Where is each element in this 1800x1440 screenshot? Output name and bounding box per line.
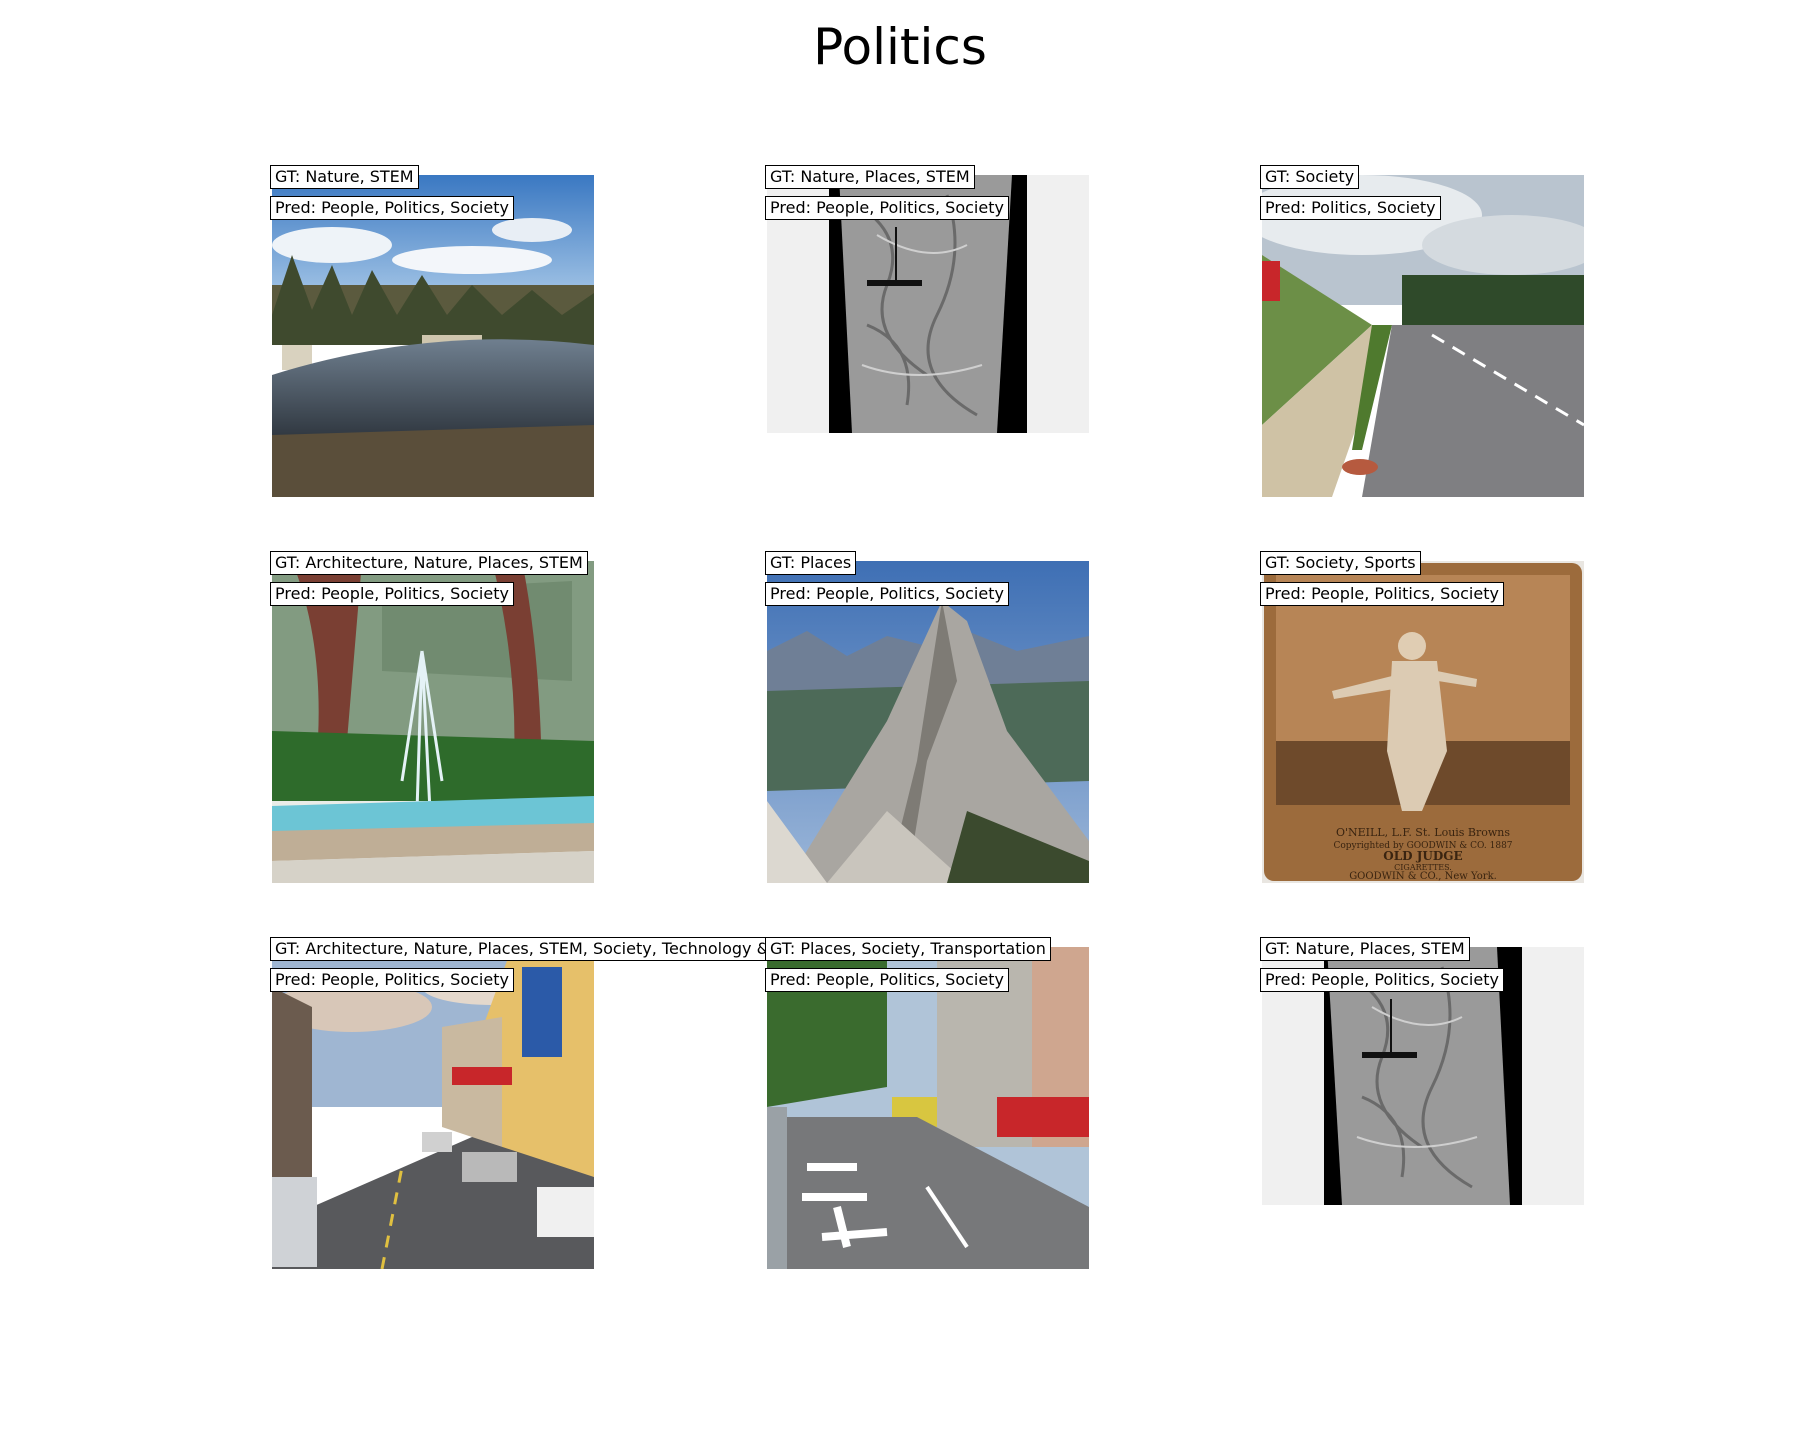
panel-2: GT: Nature, Places, STEM Pred: People, P… [765,165,1089,497]
pred-label: Pred: People, Politics, Society [765,196,1009,220]
figure-title: Politics [813,18,987,76]
pred-label: Pred: People, Politics, Society [765,582,1009,606]
panel-9: GT: Nature, Places, STEM Pred: People, P… [1260,937,1584,1269]
gt-label: GT: Places, Society, Transportation [765,937,1051,961]
photo-lake [272,175,594,497]
pred-label: Pred: People, Politics, Society [765,968,1009,992]
panel-3: GT: Society Pred: Politics, Society [1260,165,1584,497]
panel-8: GT: Places, Society, Transportation Pred… [765,937,1089,1269]
gt-label: GT: Architecture, Nature, Places, STEM [270,551,588,575]
panel-6: O'NEILL, L.F. St. Louis Browns Copyright… [1260,551,1584,883]
pred-label: Pred: People, Politics, Society [270,582,514,606]
photo-baseball-card: O'NEILL, L.F. St. Louis Browns Copyright… [1262,561,1584,883]
card-text-1: O'NEILL, L.F. St. Louis Browns [1336,826,1510,839]
panel-5: GT: Places Pred: People, Politics, Socie… [765,551,1089,883]
pred-label: Pred: People, Politics, Society [1260,582,1504,606]
photo-fountain [272,561,594,883]
gt-label: GT: Society, Sports [1260,551,1421,575]
gt-label: GT: Architecture, Nature, Places, STEM, … [270,937,775,961]
pred-label: Pred: People, Politics, Society [1260,968,1504,992]
gt-label: GT: Society [1260,165,1360,189]
gt-label: GT: Nature, Places, STEM [1260,937,1470,961]
pred-label: Pred: People, Politics, Society [270,196,514,220]
gt-label: GT: Places [765,551,857,575]
photo-street-markings [767,947,1089,1269]
gt-label: GT: Nature, STEM [270,165,419,189]
card-text-5: GOODWIN & CO., New York. [1349,871,1497,882]
photo-road [1262,175,1584,497]
panel-4: GT: Architecture, Nature, Places, STEM P… [270,551,594,883]
card-text-3: OLD JUDGE [1383,849,1462,863]
pred-label: Pred: People, Politics, Society [270,968,514,992]
gt-label: GT: Nature, Places, STEM [765,165,975,189]
panel-1: GT: Nature, STEM Pred: People, Politics,… [270,165,594,497]
panel-7: GT: Architecture, Nature, Places, STEM, … [270,937,775,1269]
pred-label: Pred: Politics, Society [1260,196,1441,220]
photo-mountain [767,561,1089,883]
photo-shopping-street [272,947,594,1269]
